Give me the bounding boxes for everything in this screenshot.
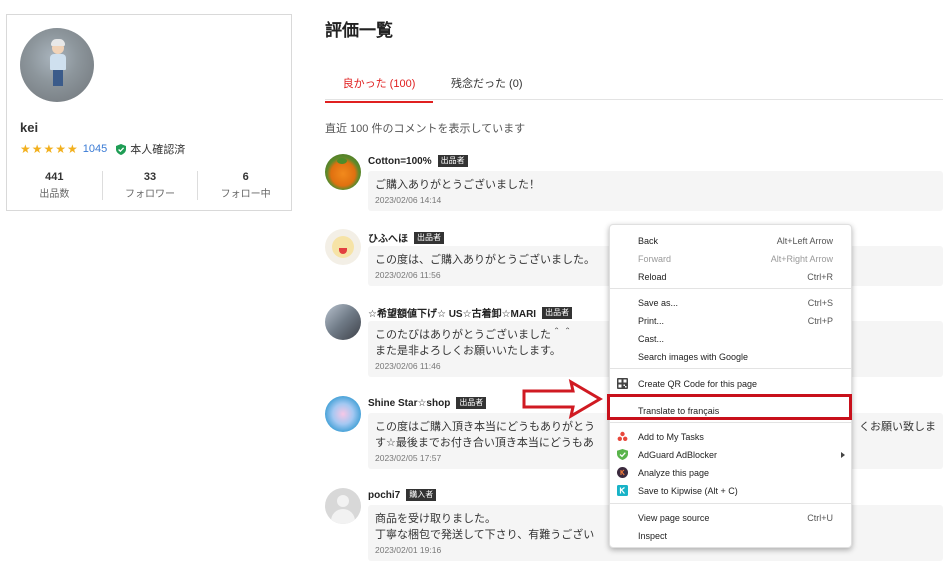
- avatar[interactable]: [20, 28, 94, 102]
- menu-label: Print...: [638, 315, 665, 326]
- review-tabs: 良かった (100) 残念だった (0): [325, 70, 943, 103]
- menu-item-print[interactable]: Print... Ctrl+P: [610, 312, 851, 329]
- menu-shortcut: Ctrl+U: [807, 512, 833, 523]
- menu-shortcut: Alt+Right Arrow: [770, 253, 833, 264]
- menu-shortcut: Ctrl+S: [807, 297, 833, 308]
- menu-label: Add to My Tasks: [638, 431, 704, 442]
- menu-item-adguard[interactable]: AdGuard AdBlocker: [610, 446, 851, 463]
- qr-code-icon: [617, 378, 628, 389]
- menu-divider: [610, 368, 851, 369]
- tab-bad[interactable]: 残念だった (0): [451, 75, 523, 101]
- tab-good[interactable]: 良かった (100): [325, 75, 433, 103]
- verified-label: 本人確認済: [130, 144, 186, 156]
- review-count-link[interactable]: 1045: [83, 143, 107, 155]
- role-badge: 出品者: [456, 397, 487, 409]
- menu-item-analyze[interactable]: Analyze this page: [610, 464, 851, 481]
- menu-item-forward: Forward Alt+Right Arrow: [610, 250, 851, 267]
- comment-text-right: くお願い致しま: [859, 421, 936, 433]
- menu-label: Search images with Google: [638, 351, 749, 362]
- profile-stats: 441 出品数 33 フォロワー 6 フォロー中: [7, 171, 293, 200]
- shield-check-icon: [116, 143, 127, 155]
- role-badge: 出品者: [542, 306, 573, 319]
- analyze-icon: [617, 467, 628, 478]
- menu-shortcut: Ctrl+R: [807, 271, 833, 282]
- menu-label: Save as...: [638, 297, 679, 308]
- profile-card: kei ★★★★★ 1045 本人確認済 441 出品数 33 フォロワー 6 …: [6, 14, 292, 211]
- menu-item-inspect[interactable]: Inspect: [610, 527, 851, 544]
- menu-label: Analyze this page: [638, 467, 710, 478]
- stat-label: 出品数: [39, 189, 70, 200]
- comment-text: ご購入ありがとうございました！: [375, 179, 540, 191]
- menu-label: Back: [638, 235, 659, 246]
- menu-label: Reload: [638, 271, 667, 282]
- annotation-arrow-icon: [522, 379, 603, 419]
- rating-row: ★★★★★ 1045 本人確認済: [20, 141, 185, 157]
- commenter-name[interactable]: pochi7: [368, 490, 400, 501]
- menu-item-kipwise[interactable]: Save to Kipwise (Alt + C): [610, 482, 851, 499]
- stat-value: 6: [242, 171, 249, 183]
- avatar-photo: [50, 39, 66, 88]
- menu-shortcut: Alt+Left Arrow: [776, 235, 833, 246]
- stat-label: フォロー中: [220, 189, 271, 200]
- menu-item-add-tasks[interactable]: Add to My Tasks: [610, 428, 851, 445]
- menu-item-cast[interactable]: Cast...: [610, 330, 851, 347]
- menu-label: Forward: [638, 253, 672, 264]
- role-badge: 出品者: [414, 231, 444, 244]
- star-rating-icon: ★★★★★: [20, 142, 79, 156]
- tasks-dots-icon: [617, 431, 628, 441]
- kipwise-icon: [617, 485, 628, 496]
- stat-value: 33: [143, 171, 157, 183]
- menu-divider: [610, 503, 851, 504]
- menu-item-save-as[interactable]: Save as... Ctrl+S: [610, 294, 851, 311]
- profile-name: kei: [20, 120, 39, 135]
- commenter-avatar[interactable]: [325, 488, 361, 524]
- comment-notice: 直近 100 件のコメントを表示しています: [325, 123, 526, 135]
- menu-item-back[interactable]: Back Alt+Left Arrow: [610, 232, 851, 249]
- commenter-name[interactable]: ☆希望額値下げ☆ US☆古着卸☆MARI: [368, 305, 536, 320]
- comment-bubble: ご購入ありがとうございました！ 2023/02/06 14:14: [368, 171, 943, 211]
- commenter-avatar[interactable]: [325, 304, 361, 340]
- commenter-name[interactable]: Cotton=100%: [368, 156, 432, 167]
- menu-divider: [610, 288, 851, 289]
- stat-label: フォロワー: [125, 189, 175, 200]
- menu-label: Inspect: [638, 530, 668, 541]
- commenter-name[interactable]: ひふへほ: [368, 230, 408, 245]
- page-title: 評価一覧: [325, 21, 393, 40]
- menu-label: Cast...: [638, 333, 665, 344]
- verified-badge: 本人確認済: [116, 141, 185, 157]
- stat-following[interactable]: 6 フォロー中: [197, 171, 293, 200]
- menu-item-reload[interactable]: Reload Ctrl+R: [610, 268, 851, 285]
- menu-divider: [610, 422, 851, 423]
- adguard-shield-icon: [617, 449, 628, 460]
- stat-listings[interactable]: 441 出品数: [7, 171, 102, 200]
- menu-label: Save to Kipwise (Alt + C): [638, 485, 738, 496]
- menu-shortcut: Ctrl+P: [807, 315, 833, 326]
- annotation-highlight-box: [607, 394, 852, 420]
- menu-label: Create QR Code for this page: [638, 378, 758, 389]
- commenter-avatar[interactable]: [325, 229, 361, 265]
- stat-followers[interactable]: 33 フォロワー: [101, 171, 198, 200]
- commenter-avatar[interactable]: [325, 154, 361, 190]
- role-badge: 出品者: [437, 155, 468, 167]
- submenu-arrow-icon: [841, 451, 845, 458]
- menu-label: View page source: [638, 512, 710, 523]
- menu-item-qr-code[interactable]: Create QR Code for this page: [610, 375, 851, 392]
- commenter-name[interactable]: Shine Star☆shop: [368, 398, 450, 409]
- menu-label: AdGuard AdBlocker: [638, 449, 718, 460]
- role-badge: 購入者: [406, 489, 437, 501]
- stat-value: 441: [45, 171, 64, 183]
- context-menu: Back Alt+Left Arrow Forward Alt+Right Ar…: [609, 224, 852, 548]
- comment-date: 2023/02/06 14:14: [375, 195, 442, 205]
- commenter-avatar[interactable]: [325, 396, 361, 432]
- menu-item-search-images[interactable]: Search images with Google: [610, 348, 851, 365]
- menu-item-view-source[interactable]: View page source Ctrl+U: [610, 509, 851, 526]
